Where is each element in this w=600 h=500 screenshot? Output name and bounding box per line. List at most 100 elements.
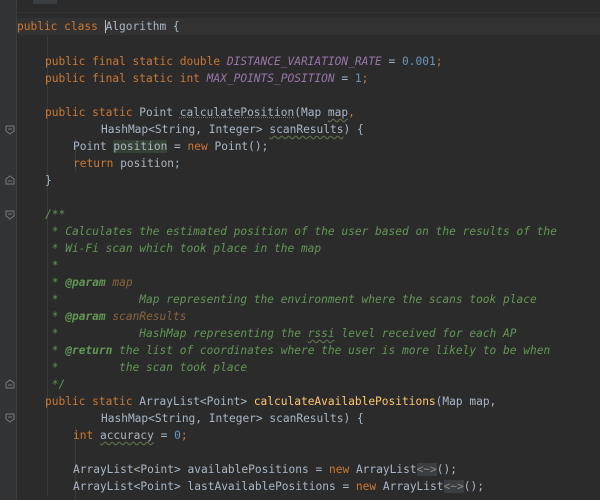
code-line-point-decl[interactable]: Point position = new Point(); bbox=[17, 138, 600, 155]
keyword: public static bbox=[45, 106, 139, 119]
brace: } bbox=[45, 174, 52, 187]
type-name: ArrayList<Point> bbox=[73, 463, 188, 476]
operator: = bbox=[336, 480, 356, 493]
comment-text: * bbox=[45, 276, 65, 289]
code-line-javadoc-param[interactable]: * @param map bbox=[17, 274, 600, 291]
collapsed-generic[interactable]: <~> bbox=[417, 463, 437, 476]
comment-text: level received for each AP bbox=[335, 327, 517, 340]
type-name: Point bbox=[139, 106, 179, 119]
fold-end-icon[interactable] bbox=[5, 175, 15, 185]
constant-name: MAX_POINTS_POSITION bbox=[207, 72, 335, 85]
method-name: calculatePosition bbox=[180, 106, 295, 119]
keyword: public final static int bbox=[45, 72, 207, 85]
semicolon: ; bbox=[181, 429, 188, 442]
number-literal: 0 bbox=[174, 429, 181, 442]
param-type: (Map bbox=[294, 106, 328, 119]
number-literal: 1 bbox=[355, 72, 362, 85]
keyword: public static bbox=[45, 395, 139, 408]
code-line-method-calc-available[interactable]: public static ArrayList<Point> calculate… bbox=[17, 393, 600, 410]
constant-name: DISTANCE_VARIATION_RATE bbox=[227, 55, 382, 68]
code-line-javadoc-close[interactable]: */ bbox=[17, 376, 600, 393]
typo-word: rssi bbox=[308, 327, 335, 340]
param-name: map bbox=[328, 106, 348, 119]
fold-collapse-icon[interactable] bbox=[5, 413, 15, 423]
semicolon: ; bbox=[362, 72, 369, 85]
code-line-javadoc-return[interactable]: * @return the list of coordinates where … bbox=[17, 342, 600, 359]
comment-text: /** bbox=[45, 208, 65, 221]
param-name: scanResults bbox=[269, 123, 343, 136]
fold-collapse-icon[interactable] bbox=[5, 210, 15, 220]
operator: = bbox=[382, 55, 402, 68]
code-line-available-positions[interactable]: ArrayList<Point> availablePositions = ne… bbox=[17, 461, 600, 478]
operator: = bbox=[154, 429, 174, 442]
code-line-javadoc[interactable]: * Calculates the estimated position of t… bbox=[17, 223, 600, 240]
variable-name: position bbox=[113, 140, 167, 153]
code-line-class-decl[interactable]: public class Algorithm { bbox=[17, 18, 600, 35]
editor-top-strip bbox=[0, 0, 600, 13]
semicolon: ; bbox=[436, 55, 443, 68]
comment-text: * Calculates the estimated position of t… bbox=[45, 225, 557, 238]
return-value: position; bbox=[120, 157, 181, 170]
code-line-const-distance[interactable]: public final static double DISTANCE_VARI… bbox=[17, 53, 600, 70]
operator: = bbox=[167, 140, 187, 153]
comma: , bbox=[348, 106, 355, 119]
code-line-javadoc[interactable]: * HashMap representing the rssi level re… bbox=[17, 325, 600, 342]
constructor-call: Point(); bbox=[214, 140, 268, 153]
type-name: ArrayList<Point> bbox=[139, 395, 254, 408]
code-line-javadoc[interactable]: * the scan took place bbox=[17, 359, 600, 376]
code-line-accuracy-decl[interactable]: int accuracy = 0; bbox=[17, 427, 600, 444]
code-line-javadoc[interactable]: * Wi-Fi scan which took place in the map bbox=[17, 240, 600, 257]
code-line-javadoc[interactable]: * bbox=[17, 257, 600, 274]
gutter[interactable] bbox=[0, 0, 16, 500]
keyword: new bbox=[329, 463, 356, 476]
javadoc-tag: @param bbox=[65, 310, 105, 323]
scroll-stub bbox=[33, 0, 57, 4]
param-type: HashMap<String, Integer> bbox=[101, 123, 269, 136]
code-line-method-calc-position[interactable]: public static Point calculatePosition(Ma… bbox=[17, 104, 600, 121]
operator: = bbox=[335, 72, 355, 85]
comment-text: * HashMap representing the bbox=[45, 327, 308, 340]
constructor-call: (); bbox=[464, 480, 484, 493]
code-line-javadoc-param[interactable]: * @param scanResults bbox=[17, 308, 600, 325]
keyword: new bbox=[188, 140, 215, 153]
type-name: ArrayList<Point> bbox=[73, 480, 188, 493]
keyword: public class bbox=[17, 20, 105, 33]
class-name: ArrayList bbox=[383, 480, 444, 493]
code-editor[interactable]: public class Algorithm { public final st… bbox=[0, 0, 600, 500]
class-name: ArrayList bbox=[356, 463, 417, 476]
code-line-close-brace[interactable]: } bbox=[17, 172, 600, 189]
code-line-javadoc-open[interactable]: /** bbox=[17, 206, 600, 223]
comment-text: the list of coordinates where the user i… bbox=[112, 344, 550, 357]
comment-text: * bbox=[45, 259, 58, 272]
code-line-method-params[interactable]: HashMap<String, Integer> scanResults) { bbox=[17, 410, 600, 427]
method-name: calculateAvailablePositions bbox=[254, 395, 436, 408]
keyword: return bbox=[73, 157, 120, 170]
class-name: lgorithm { bbox=[112, 20, 179, 33]
number-literal: 0.001 bbox=[402, 55, 436, 68]
comment-text: */ bbox=[45, 378, 65, 391]
javadoc-tag: @param bbox=[65, 276, 105, 289]
variable-name: lastAvailablePositions bbox=[188, 480, 336, 493]
javadoc-param-name: scanResults bbox=[112, 310, 186, 323]
param-list: (Map map, bbox=[436, 395, 497, 408]
code-line-const-max[interactable]: public final static int MAX_POINTS_POSIT… bbox=[17, 70, 600, 87]
collapsed-generic[interactable]: <~> bbox=[444, 480, 464, 493]
comment-text: * Wi-Fi scan which took place in the map bbox=[45, 242, 321, 255]
brace: ) { bbox=[343, 123, 363, 136]
type-name: Point bbox=[73, 140, 113, 153]
fold-collapse-icon[interactable] bbox=[5, 125, 15, 135]
constructor-call: (); bbox=[437, 463, 457, 476]
code-line-return[interactable]: return position; bbox=[17, 155, 600, 172]
comment-text: * bbox=[45, 344, 65, 357]
comment-text: * Map representing the environment where… bbox=[45, 293, 537, 306]
code-line-javadoc[interactable]: * Map representing the environment where… bbox=[17, 291, 600, 308]
param-list: HashMap<String, Integer> scanResults) { bbox=[101, 412, 364, 425]
keyword: int bbox=[73, 429, 100, 442]
code-line-last-available-positions[interactable]: ArrayList<Point> lastAvailablePositions … bbox=[17, 478, 600, 495]
keyword: public final static double bbox=[45, 55, 227, 68]
code-line-method-params[interactable]: HashMap<String, Integer> scanResults) { bbox=[17, 121, 600, 138]
variable-name: availablePositions bbox=[188, 463, 309, 476]
keyword: new bbox=[356, 480, 383, 493]
operator: = bbox=[309, 463, 329, 476]
fold-end-icon[interactable] bbox=[5, 379, 15, 389]
